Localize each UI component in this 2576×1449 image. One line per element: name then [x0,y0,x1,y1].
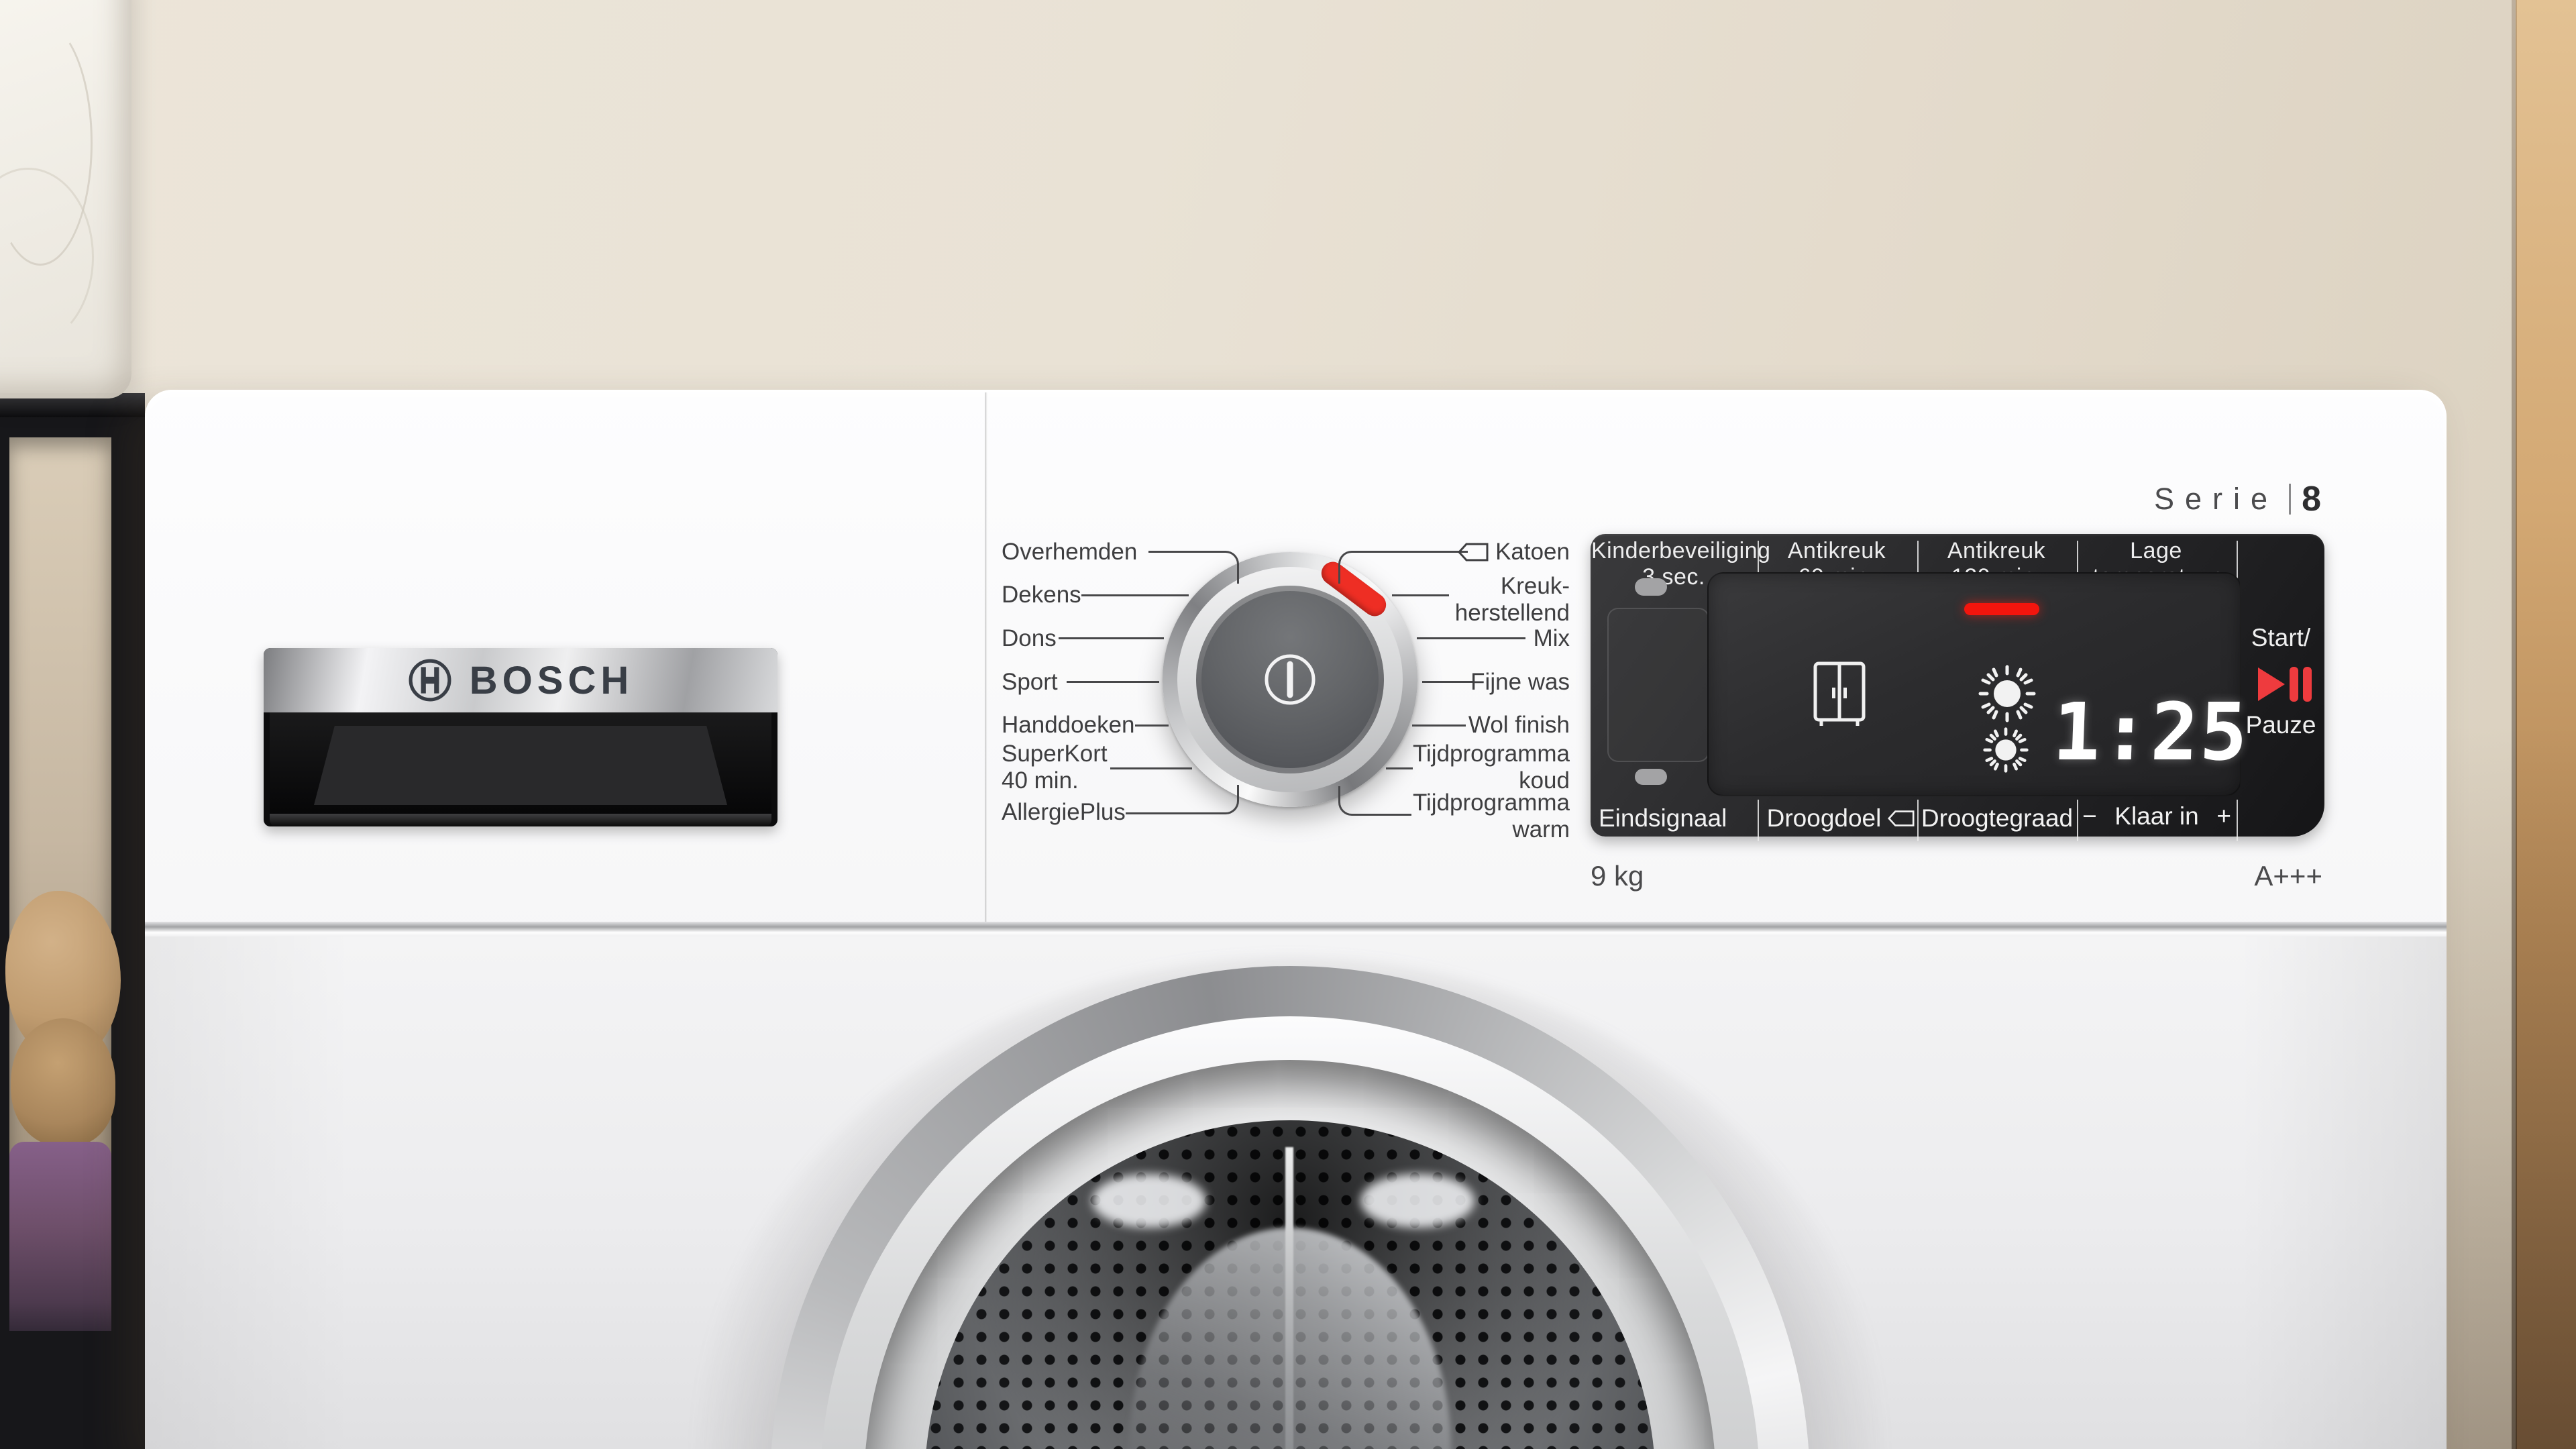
connector-line [1338,551,1468,584]
pause-bar-icon [2303,667,2312,702]
program-label-superkort: SuperKort40 min. [1002,741,1108,794]
connector-line [1386,767,1413,769]
series-digit: 8 [2302,479,2321,519]
drum-reflection-right [1360,1174,1474,1228]
play-icon [2258,667,2285,701]
wardrobe-icon [1811,661,1868,728]
start-label: Start/ [2234,624,2328,652]
ready-in-minus-button[interactable]: − [2082,802,2097,830]
program-label-sport: Sport [1002,669,1058,696]
series-word: Serie [2154,482,2278,517]
panel-side-button[interactable] [1607,608,1709,762]
sun-large-icon [1976,663,2038,724]
connector-line [1392,594,1449,596]
program-label-handdoeken: Handdoeken [1002,712,1135,739]
connector-line [1135,724,1169,727]
program-label-tijdprogramma-warm: Tijdprogrammawarm [1413,790,1570,843]
program-label-mix: Mix [1534,625,1570,652]
connector-line [1338,786,1411,816]
program-label-katoen: Katoen [1458,539,1570,566]
connector-line [1067,681,1159,683]
program-label-overhemden: Overhemden [1002,539,1137,566]
drawer-logo-band: BOSCH [264,648,777,712]
purple-towel [9,1142,111,1331]
power-icon [1253,643,1327,716]
drying-level-button[interactable]: Droogtegraad [1919,805,2076,832]
scene: BOSCH Overhemden Dekens Dons Sport Handd… [0,0,2576,1449]
panel-divider [2077,800,2078,841]
connector-line [1148,551,1239,584]
panel-indicator-pill-bottom [1635,769,1667,785]
drying-target-flag-icon [1888,810,1915,827]
drying-target-button[interactable]: Droogdoel [1764,805,1917,832]
start-pause-button[interactable] [2258,667,2312,702]
shelf-opening [9,437,111,1330]
bosch-logo-text: BOSCH [470,658,633,703]
ready-in-control: − Klaar in + [2078,802,2235,830]
connector-line [1059,637,1164,639]
program-label-fijnewas: Fijne was [1470,669,1570,696]
drawer-lip [270,814,771,826]
energy-rating-label: A+++ [2229,860,2322,892]
series-divider [2289,484,2291,515]
connector-line [1081,594,1189,596]
ready-in-plus-button[interactable]: + [2216,802,2231,830]
pause-bar-icon [2290,667,2298,702]
program-label-tijdprogramma-koud: Tijdprogrammakoud [1413,741,1570,794]
pause-label: Pauze [2234,711,2328,739]
connector-line [1412,724,1466,727]
program-progress-indicator [1964,603,2039,615]
program-label-dons: Dons [1002,625,1057,652]
program-label-allergieplus: AllergiePlus [1002,799,1126,826]
panel-divider [1758,800,1759,841]
program-label-dekens: Dekens [1002,582,1081,608]
program-label-wolfinish: Wol finish [1468,712,1570,739]
capacity-label: 9 kg [1591,860,1644,892]
drawer-recess-back [314,726,727,805]
panel-seam-vertical [985,392,987,924]
ready-in-label: Klaar in [2114,802,2198,830]
panel-seam-horizontal [145,922,2447,936]
panel-divider [2237,800,2238,841]
sun-small-icon [1982,726,2030,774]
drum-center-highlight [1285,1147,1293,1449]
program-label-kreukherstellend: Kreuk-herstellend [1455,573,1570,627]
connector-line [1126,785,1239,814]
connector-line [1417,637,1525,639]
end-signal-button[interactable]: Eindsignaal [1599,805,1727,832]
bosch-emblem-icon [408,658,452,702]
storage-container [0,0,131,398]
program-flag-icon [1458,542,1489,562]
panel-indicator-pill-top [1635,578,1667,596]
drum-reflection-left [1092,1174,1206,1228]
connector-line [1110,767,1192,769]
series-badge: Serie 8 [2120,479,2321,519]
panel-divider [1917,800,1919,841]
connector-line [1422,681,1473,683]
time-remaining-display: 1:25 [2051,692,2222,771]
plush-toy-lower [11,1018,115,1146]
